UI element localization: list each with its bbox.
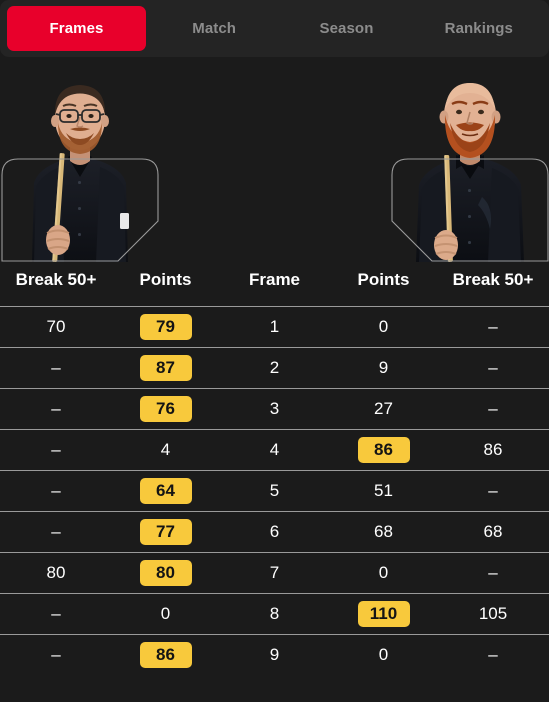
cell-break-right: –: [437, 306, 549, 348]
cell-points-left: 79: [112, 306, 219, 348]
table-row[interactable]: –76 3 27–: [0, 388, 549, 430]
cell-break-left: 70: [0, 306, 112, 348]
cell-points-left: 87: [112, 347, 219, 389]
player-right[interactable]: [390, 57, 549, 262]
cell-points-left: 80: [112, 552, 219, 594]
table-row[interactable]: –77 6 68 68: [0, 511, 549, 553]
cell-points-left: 4: [112, 429, 219, 471]
winner-badge: 76: [139, 396, 192, 422]
cell-frame-number: 1: [219, 306, 330, 348]
winner-badge: 110: [357, 601, 410, 627]
header-points-left: Points: [139, 270, 192, 289]
cell-points-right: 0: [330, 634, 437, 675]
cell-frame-number: 9: [219, 634, 330, 675]
cell-break-right: 86: [437, 429, 549, 471]
tab-match[interactable]: Match: [148, 6, 280, 51]
player-left[interactable]: [0, 57, 160, 262]
cell-break-right: –: [437, 634, 549, 675]
cell-points-right: 68: [330, 511, 437, 553]
table-header-row: Break 50+ Points Frame Points Break 50+: [0, 262, 549, 307]
table-row[interactable]: –4 4 86 86: [0, 429, 549, 471]
cell-points-right: 0: [330, 552, 437, 594]
tab-frames[interactable]: Frames: [7, 6, 146, 51]
table-row[interactable]: 70 79 1 0–: [0, 306, 549, 348]
cell-break-right: –: [437, 470, 549, 512]
players-section: [0, 57, 549, 262]
cell-break-left: –: [0, 511, 112, 553]
cell-points-right: 27: [330, 388, 437, 430]
tab-bar: Frames Match Season Rankings: [0, 0, 549, 57]
header-break-left: Break 50+: [15, 270, 97, 289]
cell-break-right: –: [437, 347, 549, 389]
player-frame-outline-left: [1, 158, 159, 262]
cell-break-left: –: [0, 634, 112, 675]
table-row[interactable]: 80 80 7 0–: [0, 552, 549, 594]
winner-badge: 86: [139, 642, 192, 668]
table-body: 70 79 1 0– –87 2 9– –76 3 27– –4 4 86 86–64 5 51– –77 6 68…: [0, 306, 549, 675]
cell-break-left: –: [0, 347, 112, 389]
cell-break-right: 105: [437, 593, 549, 635]
winner-badge: 80: [139, 560, 192, 586]
frames-score-table: Break 50+ Points Frame Points Break 50+ …: [0, 262, 549, 675]
tab-season[interactable]: Season: [280, 6, 412, 51]
winner-badge: 86: [357, 437, 410, 463]
cell-break-right: –: [437, 388, 549, 430]
header-frame: Frame: [248, 270, 301, 289]
table-row[interactable]: –86 9 0–: [0, 634, 549, 675]
cell-break-right: 68: [437, 511, 549, 553]
cell-points-right: 110: [330, 593, 437, 635]
cell-points-right: 51: [330, 470, 437, 512]
cell-frame-number: 6: [219, 511, 330, 553]
header-points-right: Points: [357, 270, 410, 289]
table-row[interactable]: –0 8 110 105: [0, 593, 549, 635]
cell-points-left: 64: [112, 470, 219, 512]
winner-badge: 79: [139, 314, 192, 340]
header-break-right: Break 50+: [452, 270, 534, 289]
cell-points-left: 77: [112, 511, 219, 553]
winner-badge: 77: [139, 519, 192, 545]
cell-break-left: –: [0, 429, 112, 471]
cell-frame-number: 2: [219, 347, 330, 389]
cell-points-left: 76: [112, 388, 219, 430]
cell-points-right: 0: [330, 306, 437, 348]
cell-points-left: 86: [112, 634, 219, 675]
cell-frame-number: 4: [219, 429, 330, 471]
cell-break-left: –: [0, 388, 112, 430]
cell-break-left: –: [0, 593, 112, 635]
cell-points-left: 0: [112, 593, 219, 635]
cell-points-right: 86: [330, 429, 437, 471]
cell-frame-number: 7: [219, 552, 330, 594]
cell-break-left: –: [0, 470, 112, 512]
table-row[interactable]: –64 5 51–: [0, 470, 549, 512]
winner-badge: 87: [139, 355, 192, 381]
cell-frame-number: 5: [219, 470, 330, 512]
cell-break-left: 80: [0, 552, 112, 594]
winner-badge: 64: [139, 478, 192, 504]
table-row[interactable]: –87 2 9–: [0, 347, 549, 389]
player-frame-outline-right: [391, 158, 549, 262]
cell-points-right: 9: [330, 347, 437, 389]
tab-rankings[interactable]: Rankings: [413, 6, 545, 51]
cell-break-right: –: [437, 552, 549, 594]
cell-frame-number: 8: [219, 593, 330, 635]
cell-frame-number: 3: [219, 388, 330, 430]
